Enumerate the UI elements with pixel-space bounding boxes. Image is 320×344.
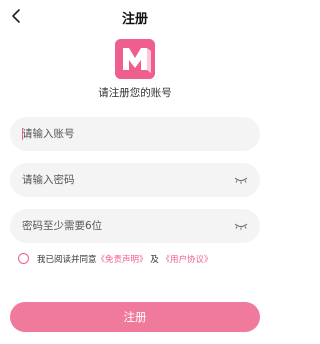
page-title: 注册 (121, 12, 148, 27)
user-agreement-link[interactable]: 《用户协议》 (161, 255, 212, 265)
register-button[interactable]: 注册 (10, 302, 260, 332)
agreement-row: 我已阅读并同意《免责声明》 及 《用户协议》 (18, 252, 258, 266)
password-visibility-toggle[interactable] (234, 175, 248, 185)
agreement-and: 及 (150, 255, 159, 265)
account-field[interactable] (10, 117, 260, 151)
confirm-password-field[interactable] (10, 209, 260, 243)
password-input[interactable] (22, 163, 222, 197)
m-logo-icon (115, 39, 155, 79)
account-input[interactable] (22, 117, 222, 151)
agreement-prefix: 我已阅读并同意 (37, 255, 97, 265)
confirm-password-input[interactable] (22, 209, 222, 243)
password-field[interactable] (10, 163, 260, 197)
agreement-checkbox[interactable] (18, 253, 29, 264)
register-subtitle: 请注册您的账号 (98, 87, 172, 99)
disclaimer-link[interactable]: 《免责声明》 (97, 255, 148, 265)
confirm-visibility-toggle[interactable] (234, 221, 248, 231)
eye-closed-icon (234, 177, 248, 184)
agreement-text: 我已阅读并同意《免责声明》 及 《用户协议》 (37, 253, 212, 265)
app-logo (115, 39, 155, 79)
eye-closed-icon (234, 223, 248, 230)
header: 注册 (0, 0, 270, 34)
